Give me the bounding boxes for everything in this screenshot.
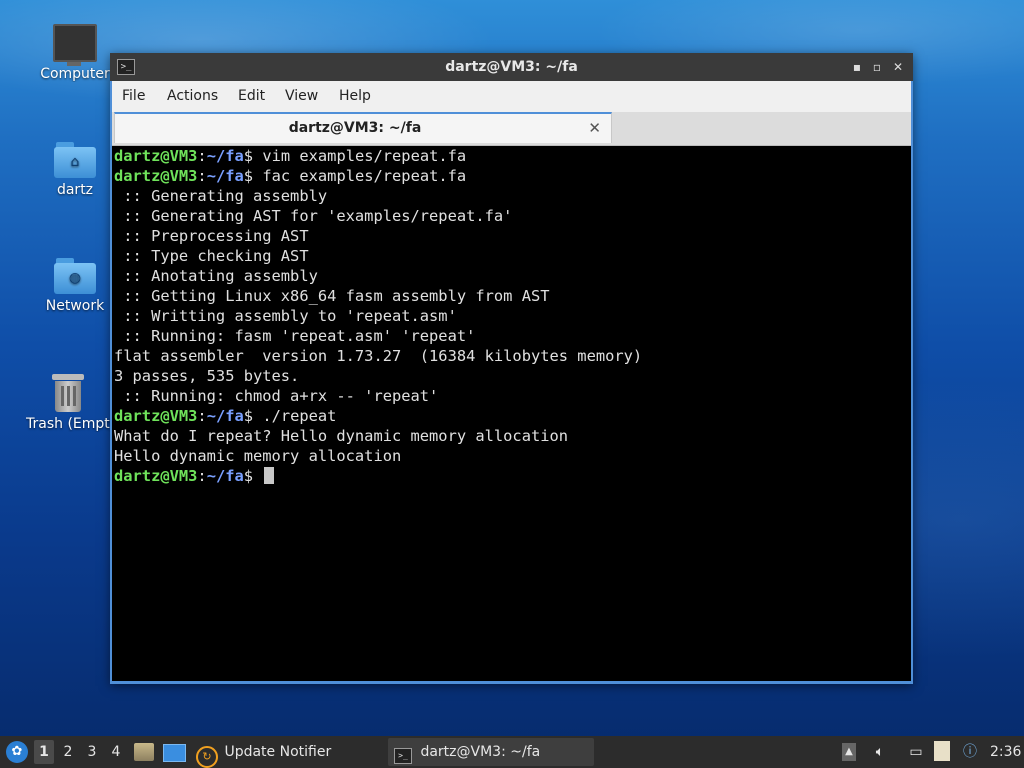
tray-up-arrow-icon[interactable]: ▲ [842,743,856,761]
desktop-icon-home[interactable]: ⌂ dartz [30,142,120,198]
prompt-user: dartz@VM3 [114,407,198,425]
terminal-output-line: :: Running: chmod a+rx -- 'repeat' [114,387,439,405]
prompt-path: ~/fa [206,407,244,425]
terminal-output-line: :: Generating assembly [114,187,328,205]
menu-help[interactable]: Help [339,81,371,112]
prompt-symbol: $ [243,147,254,165]
prompt-path: ~/fa [206,147,244,165]
window-titlebar[interactable]: >_ dartz@VM3: ~/fa ▪ ▫ ✕ [110,53,913,81]
prompt-separator: : [197,167,207,185]
task-label: dartz@VM3: ~/fa [420,744,541,760]
menu-actions[interactable]: Actions [167,81,218,112]
desktop-icon-label: Network [45,298,105,314]
desktop-icon-network[interactable]: ◍ Network [30,258,120,314]
prompt-path: ~/fa [206,167,244,185]
window-title: dartz@VM3: ~/fa [445,59,578,75]
terminal-icon: >_ [394,748,412,764]
desktop-icon-computer[interactable]: Computer [30,24,120,82]
taskbar: ✿ 1 2 3 4 ↻ Update Notifier >_ dartz@VM3… [0,736,1024,768]
terminal-output-line: What do I repeat? Hello dynamic memory a… [114,427,569,445]
close-button[interactable]: ✕ [889,58,907,76]
terminal-cursor [264,467,275,484]
volume-icon[interactable]: 🔈︎ [870,742,890,762]
prompt-separator: : [197,407,207,425]
prompt-separator: : [197,467,207,485]
terminal-prompt-line: dartz@VM3:~/fa$ fac examples/repeat.fa [112,166,911,186]
terminal-output-line: :: Running: fasm 'repeat.asm' 'repeat' [114,327,476,345]
terminal-output-line: :: Type checking AST [114,247,309,265]
network-folder-icon: ◍ [54,258,96,294]
monitor-icon [53,24,97,66]
prompt-user: dartz@VM3 [114,167,198,185]
clock[interactable]: 2:36 [990,736,1021,768]
terminal-output-line: flat assembler version 1.73.27 (16384 ki… [114,347,643,365]
workspace-3[interactable]: 3 [82,740,102,764]
menu-file[interactable]: File [122,81,145,112]
tab-bar: dartz@VM3: ~/fa ✕ [112,112,911,146]
notification-icon[interactable]: ⓘ [960,742,980,762]
minimize-button[interactable]: ▪ [848,58,866,76]
prompt-symbol: $ [243,467,254,485]
update-notifier-icon: ↻ [196,746,218,768]
prompt-user: dartz@VM3 [114,467,198,485]
terminal-window: >_ dartz@VM3: ~/fa ▪ ▫ ✕ File Actions Ed… [110,53,913,684]
restore-button[interactable]: ▫ [868,58,886,76]
menu-edit[interactable]: Edit [238,81,265,112]
home-folder-icon: ⌂ [54,142,96,178]
terminal-prompt-line: dartz@VM3:~/fa$ [112,466,911,486]
trash-icon [52,374,84,412]
command-text: vim examples/repeat.fa [253,147,467,165]
tab-close-icon[interactable]: ✕ [588,118,601,138]
desktop-icon-label: dartz [56,182,94,198]
prompt-symbol: $ [243,407,254,425]
terminal-output-line: :: Getting Linux x86_64 fasm assembly fr… [114,287,550,305]
workspace-2[interactable]: 2 [58,740,78,764]
desktop-icon-label: Computer [40,66,110,82]
tab-title: dartz@VM3: ~/fa [288,120,422,136]
terminal-output-line: :: Anotating assembly [114,267,318,285]
show-desktop-icon[interactable] [163,744,186,762]
prompt-path: ~/fa [206,467,244,485]
desktop-icon-trash[interactable]: Trash (Empty) [26,374,110,432]
task-update-notifier[interactable]: ↻ Update Notifier [190,738,376,768]
command-text [253,467,262,485]
prompt-user: dartz@VM3 [114,147,198,165]
workspace-4[interactable]: 4 [106,740,126,764]
command-text: ./repeat [253,407,337,425]
terminal-prompt-line: dartz@VM3:~/fa$ vim examples/repeat.fa [112,146,911,166]
desktop-icon-label: Trash (Empty) [26,416,110,432]
terminal-output-line: Hello dynamic memory allocation [114,447,402,465]
terminal-output-line: :: Preprocessing AST [114,227,309,245]
network-status-icon[interactable]: ▭ [906,742,926,762]
app-menu-icon[interactable]: ✿ [6,741,28,763]
terminal-output-line: 3 passes, 535 bytes. [114,367,300,385]
command-text: fac examples/repeat.fa [253,167,467,185]
menu-bar: File Actions Edit View Help [112,81,911,112]
task-label: Update Notifier [224,744,332,760]
tab-terminal[interactable]: dartz@VM3: ~/fa ✕ [114,112,612,143]
menu-view[interactable]: View [285,81,318,112]
task-terminal[interactable]: >_ dartz@VM3: ~/fa [388,738,594,766]
terminal-output-line: :: Generating AST for 'examples/repeat.f… [114,207,513,225]
prompt-separator: : [197,147,207,165]
terminal-output-line: :: Writting assembly to 'repeat.asm' [114,307,457,325]
file-manager-icon[interactable] [134,743,154,761]
clipboard-icon[interactable] [934,741,950,761]
prompt-symbol: $ [243,167,254,185]
terminal-prompt-line: dartz@VM3:~/fa$ ./repeat [112,406,911,426]
workspace-1[interactable]: 1 [34,740,54,764]
terminal-output[interactable]: dartz@VM3:~/fa$ vim examples/repeat.fa da… [112,146,911,681]
